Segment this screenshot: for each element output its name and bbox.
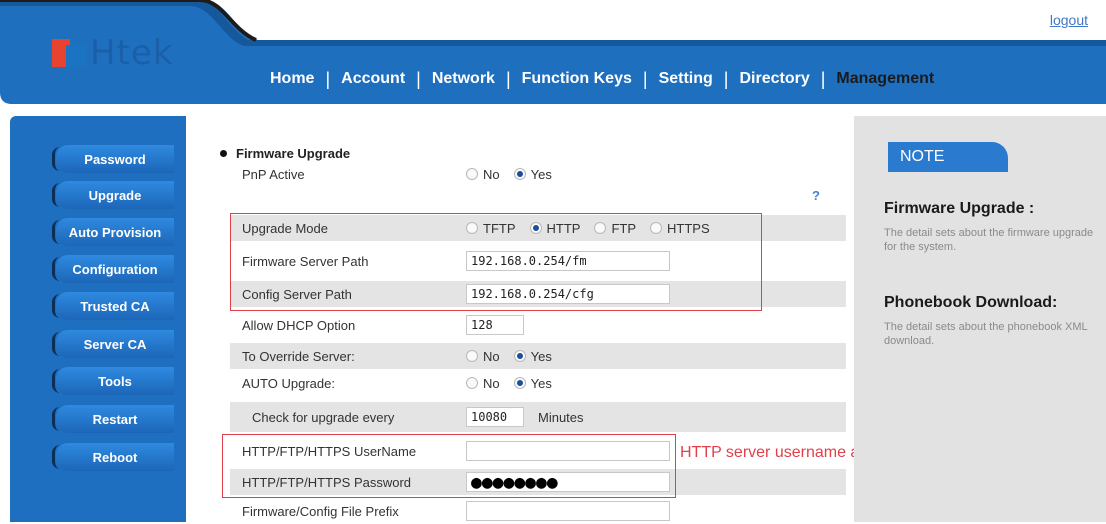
sidebar: Password Upgrade Auto Provision Configur… — [10, 116, 186, 522]
label-override-server: To Override Server: — [242, 349, 355, 364]
sidebar-item-upgrade[interactable]: Upgrade — [52, 181, 174, 209]
sidebar-item-password[interactable]: Password — [52, 145, 174, 173]
section-title: Firmware Upgrade — [220, 146, 350, 161]
main-nav: Home | Account | Network | Function Keys… — [270, 68, 934, 90]
radio-auto-upgrade-yes[interactable]: Yes — [513, 376, 552, 391]
sidebar-item-auto-provision[interactable]: Auto Provision — [52, 218, 174, 246]
nav-separator: | — [325, 68, 331, 89]
highlight-box-server-settings — [230, 213, 762, 311]
sidebar-item-server-ca[interactable]: Server CA — [52, 330, 174, 358]
logo-text: Htek — [90, 33, 174, 73]
highlight-box-credentials — [222, 434, 676, 498]
label-check-upgrade-every: Check for upgrade every — [252, 410, 395, 425]
note-tab: NOTE — [888, 142, 1008, 172]
radio-override-yes[interactable]: Yes — [513, 349, 552, 364]
help-icon[interactable]: ? — [812, 188, 826, 203]
radio-pnp-no[interactable]: No — [466, 167, 500, 182]
nav-separator: | — [505, 68, 511, 89]
note-text-firmware-upgrade: The detail sets about the firmware upgra… — [884, 227, 1094, 253]
logout-link[interactable]: logout — [1050, 12, 1088, 28]
label-pnp-active: PnP Active — [242, 167, 305, 182]
radio-pnp-yes[interactable]: Yes — [513, 167, 552, 182]
note-text-phonebook-download: The detail sets about the phonebook XML … — [884, 321, 1088, 347]
note-heading-phonebook-download: Phonebook Download: — [884, 294, 1058, 311]
row-file-prefix: Firmware/Config File Prefix — [230, 498, 846, 524]
row-auto-upgrade: AUTO Upgrade: No Yes — [230, 370, 846, 396]
nav-account[interactable]: Account — [341, 70, 405, 88]
nav-management[interactable]: Management — [836, 70, 934, 88]
nav-home[interactable]: Home — [270, 70, 314, 88]
sidebar-item-trusted-ca[interactable]: Trusted CA — [52, 292, 174, 320]
note-panel: NOTE Firmware Upgrade : The detail sets … — [854, 116, 1106, 522]
sidebar-item-reboot[interactable]: Reboot — [52, 443, 174, 471]
dhcp-option-input[interactable]: 128 — [466, 315, 524, 335]
check-interval-unit: Minutes — [538, 409, 584, 425]
bullet-icon — [220, 150, 227, 158]
label-auto-upgrade: AUTO Upgrade: — [242, 376, 335, 391]
nav-separator: | — [820, 68, 826, 89]
check-interval-input[interactable]: 10080 — [466, 407, 524, 427]
nav-separator: | — [642, 68, 648, 89]
section-title-text: Firmware Upgrade — [236, 146, 351, 161]
nav-directory[interactable]: Directory — [739, 70, 809, 88]
htek-logo: Htek — [52, 36, 174, 70]
radio-override-no[interactable]: No — [466, 349, 500, 364]
radio-auto-upgrade-no[interactable]: No — [466, 376, 500, 391]
sidebar-item-configuration[interactable]: Configuration — [52, 255, 174, 283]
row-pnp-active: PnP Active No Yes — [230, 161, 846, 187]
header: Htek logout Home | Account | Network | F… — [0, 0, 1106, 112]
main-content: Firmware Upgrade ? PnP Active No Yes Upg… — [186, 116, 950, 524]
nav-function-keys[interactable]: Function Keys — [522, 70, 632, 88]
nav-separator: | — [723, 68, 729, 89]
row-check-upgrade-every: Check for upgrade every 10080 Minutes — [230, 402, 846, 432]
sidebar-item-restart[interactable]: Restart — [52, 405, 174, 433]
label-file-prefix: Firmware/Config File Prefix — [242, 504, 399, 519]
row-allow-dhcp-option: Allow DHCP Option 128 — [230, 312, 846, 338]
file-prefix-input[interactable] — [466, 501, 670, 521]
note-heading-firmware-upgrade: Firmware Upgrade : — [884, 200, 1035, 217]
nav-separator: | — [416, 68, 421, 89]
sidebar-item-tools[interactable]: Tools — [52, 367, 174, 395]
nav-setting[interactable]: Setting — [659, 70, 713, 88]
nav-network[interactable]: Network — [432, 70, 495, 88]
row-override-server: To Override Server: No Yes — [230, 343, 846, 369]
logo-mark-icon — [52, 39, 86, 67]
label-allow-dhcp-option: Allow DHCP Option — [242, 318, 356, 333]
